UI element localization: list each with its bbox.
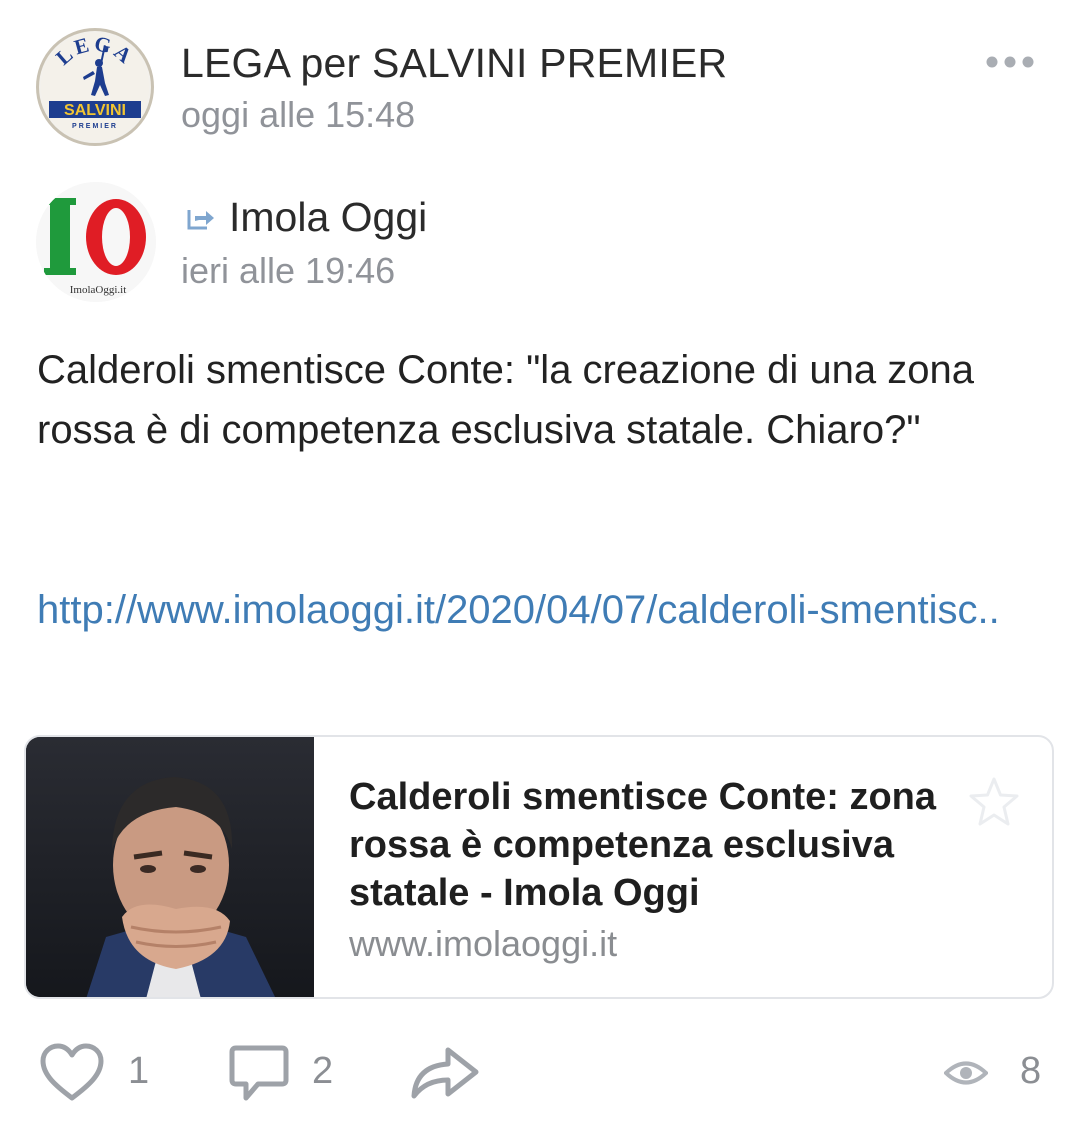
post-header: LEGA SALVINI PREMIER LEGA per SALVINI PR… (36, 26, 1046, 150)
share-button[interactable] (408, 1042, 484, 1104)
eye-icon (944, 1061, 988, 1085)
link-card-domain: www.imolaoggi.it (349, 923, 618, 964)
post-text: Calderoli smentisce Conte: "la creazione… (37, 348, 974, 452)
link-card-title: Calderoli smentisce Conte: zona rossa è … (349, 776, 937, 914)
post-actions-bar: 1 2 8 (0, 1030, 1080, 1120)
like-count: 1 (128, 1050, 150, 1092)
imola-oggi-logo: ImolaOggi.it (36, 182, 156, 302)
more-options-button[interactable] (984, 52, 1036, 72)
author-name[interactable]: LEGA per SALVINI PREMIER (181, 40, 727, 87)
like-button[interactable]: 1 (38, 1042, 158, 1104)
star-icon[interactable] (964, 773, 1024, 833)
comment-count: 2 (312, 1050, 334, 1092)
post-timestamp[interactable]: oggi alle 15:48 (181, 94, 415, 136)
post-link[interactable]: http://www.imolaoggi.it/2020/04/07/calde… (37, 580, 1037, 640)
views-count: 8 (1020, 1050, 1042, 1092)
comment-icon (229, 1045, 289, 1101)
author-avatar[interactable]: LEGA SALVINI PREMIER (36, 28, 154, 146)
more-dots-icon (986, 56, 1034, 68)
avatar-text-band: SALVINI (64, 102, 126, 119)
link-preview-card[interactable]: Calderoli smentisce Conte: zona rossa è … (24, 735, 1054, 999)
repost-avatar[interactable]: ImolaOggi.it (36, 182, 156, 302)
share-icon (411, 1047, 479, 1099)
avatar-caption: ImolaOggi.it (70, 284, 127, 296)
comment-button[interactable]: 2 (228, 1042, 348, 1104)
lega-logo: LEGA SALVINI PREMIER (41, 31, 149, 141)
photo-thumbnail (26, 737, 314, 997)
heart-icon (40, 1043, 104, 1101)
repost-header: ImolaOggi.it Imola Oggi ieri alle 19:46 (36, 180, 736, 306)
avatar-text-bottom: PREMIER (72, 123, 118, 130)
repost-source-name[interactable]: Imola Oggi (229, 194, 427, 241)
repost-timestamp[interactable]: ieri alle 19:46 (181, 250, 395, 292)
share-arrow-icon (186, 204, 216, 234)
views-counter: 8 (944, 1042, 1054, 1104)
